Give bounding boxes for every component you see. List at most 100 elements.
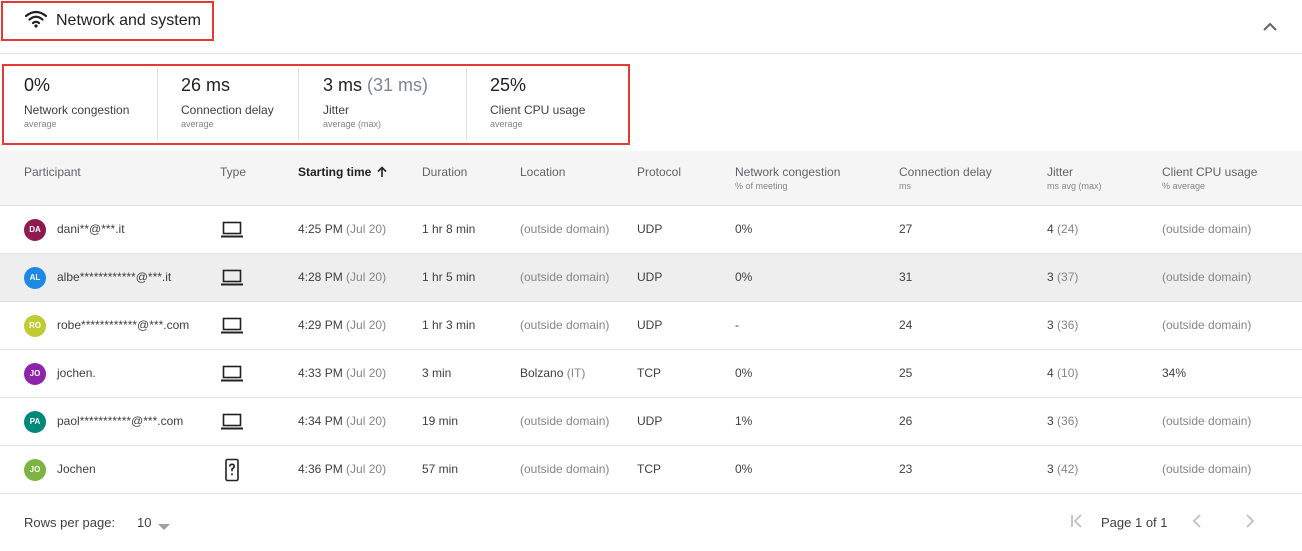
col-header-starting-time[interactable]: Starting time <box>298 165 387 181</box>
section-title: Network and system <box>1 1 214 41</box>
avatar: DA <box>24 219 46 241</box>
network-congestion: 0% <box>735 222 753 236</box>
col-header-type[interactable]: Type <box>220 165 246 179</box>
duration: 1 hr 8 min <box>422 222 476 236</box>
starting-time: 4:36 PM (Jul 20) <box>298 462 387 476</box>
divider <box>157 68 158 140</box>
laptop-icon <box>220 410 244 434</box>
jitter: 3 (42) <box>1047 462 1079 476</box>
col-header-jitter[interactable]: Jitter ms avg (max) <box>1047 165 1102 191</box>
previous-page-icon[interactable] <box>1189 512 1207 535</box>
col-header-client-cpu[interactable]: Client CPU usage% average <box>1162 165 1257 191</box>
connection-delay: 31 <box>899 270 913 284</box>
avatar: JO <box>24 363 46 385</box>
duration: 57 min <box>422 462 459 476</box>
laptop-icon <box>220 362 244 386</box>
participant-name[interactable]: albe************@***.it <box>57 254 171 301</box>
starting-time: 4:28 PM (Jul 20) <box>298 270 387 284</box>
protocol: UDP <box>637 270 663 284</box>
location: (outside domain) <box>520 270 610 284</box>
client-cpu: (outside domain) <box>1162 270 1252 284</box>
protocol: TCP <box>637 366 661 380</box>
page-indicator: Page 1 of 1 <box>1101 515 1168 530</box>
jitter: 4 (24) <box>1047 222 1079 236</box>
client-cpu: (outside domain) <box>1162 462 1252 476</box>
stat-label: Connection delay <box>181 103 274 117</box>
participant-name[interactable]: jochen. <box>57 350 96 397</box>
jitter: 3 (36) <box>1047 318 1079 332</box>
duration: 3 min <box>422 366 452 380</box>
arrow-up-icon <box>377 166 387 181</box>
jitter: 3 (36) <box>1047 414 1079 428</box>
laptop-icon <box>220 218 244 242</box>
avatar: RO <box>24 315 46 337</box>
client-cpu: (outside domain) <box>1162 414 1252 428</box>
participant-name[interactable]: robe************@***.com <box>57 302 189 349</box>
participant-name[interactable]: Jochen <box>57 446 96 493</box>
location: (outside domain) <box>520 414 610 428</box>
starting-time: 4:34 PM (Jul 20) <box>298 414 387 428</box>
avatar: AL <box>24 267 46 289</box>
location: (outside domain) <box>520 318 610 332</box>
summary-stats: 0% Network congestion average 26 ms Conn… <box>2 64 630 145</box>
participant-name[interactable]: dani**@***.it <box>57 206 125 253</box>
starting-time: 4:29 PM (Jul 20) <box>298 318 387 332</box>
network-congestion: 0% <box>735 366 753 380</box>
stat-aggregate: average <box>24 119 57 129</box>
pagination-footer: Rows per page: 10 Page 1 of 1 <box>0 496 1302 551</box>
wifi-icon <box>24 10 48 33</box>
stat-value: 3 ms <box>323 75 363 95</box>
col-header-duration[interactable]: Duration <box>422 165 467 179</box>
location: (outside domain) <box>520 462 610 476</box>
jitter: 4 (10) <box>1047 366 1079 380</box>
laptop-icon <box>220 314 244 338</box>
col-header-participant[interactable]: Participant <box>24 165 81 179</box>
connection-delay: 24 <box>899 318 913 332</box>
table-header: Participant Type Starting time Duration … <box>0 151 1302 206</box>
table-row[interactable]: JO Jochen 4:36 PM (Jul 20) 57 min (outside d… <box>0 446 1302 494</box>
col-header-connection-delay[interactable]: Connection delay ms <box>899 165 992 191</box>
stat-value: 26 ms <box>181 75 231 95</box>
table-row[interactable]: DA dani**@***.it 4:25 PM (Jul 20) 1 hr 8 mi… <box>0 206 1302 254</box>
stat-value: 25% <box>490 75 527 95</box>
avatar: PA <box>24 411 46 433</box>
col-header-network-congestion[interactable]: Network congestion% of meeting <box>735 165 840 191</box>
duration: 1 hr 3 min <box>422 318 476 332</box>
section-header: Network and system <box>0 0 1302 54</box>
dropdown-arrow-icon[interactable] <box>158 518 170 536</box>
starting-time: 4:33 PM (Jul 20) <box>298 366 387 380</box>
stat-label: Network congestion <box>24 103 130 117</box>
table-row[interactable]: PA paol***********@***.com 4:34 PM (Jul 20… <box>0 398 1302 446</box>
first-page-icon[interactable] <box>1068 512 1086 535</box>
protocol: TCP <box>637 462 661 476</box>
col-header-protocol[interactable]: Protocol <box>637 165 681 179</box>
starting-time: 4:25 PM (Jul 20) <box>298 222 387 236</box>
connection-delay: 27 <box>899 222 913 236</box>
table-row[interactable]: RO robe************@***.com 4:29 PM (Jul 2… <box>0 302 1302 350</box>
jitter: 3 (37) <box>1047 270 1079 284</box>
chevron-up-icon <box>1263 22 1277 31</box>
protocol: UDP <box>637 414 663 428</box>
duration: 19 min <box>422 414 459 428</box>
protocol: UDP <box>637 222 663 236</box>
next-page-icon[interactable] <box>1240 512 1258 535</box>
table-row[interactable]: AL albe************@***.it 4:28 PM (Jul 20… <box>0 254 1302 302</box>
network-congestion: 0% <box>735 462 753 476</box>
laptop-icon <box>220 266 244 290</box>
network-congestion: - <box>735 318 739 332</box>
stat-label: Client CPU usage <box>490 103 586 117</box>
table-row[interactable]: JO jochen. 4:33 PM (Jul 20) 3 min Bolzano (I… <box>0 350 1302 398</box>
rows-per-page-select[interactable]: 10 <box>137 515 151 530</box>
col-header-location[interactable]: Location <box>520 165 565 179</box>
participant-name[interactable]: paol***********@***.com <box>57 398 183 445</box>
collapse-button[interactable] <box>1258 14 1282 38</box>
client-cpu: 34% <box>1162 366 1187 380</box>
stat-aggregate: average (max) <box>323 119 382 129</box>
location: (outside domain) <box>520 222 610 236</box>
connection-delay: 23 <box>899 462 913 476</box>
network-congestion: 1% <box>735 414 753 428</box>
connection-delay: 26 <box>899 414 913 428</box>
connection-delay: 25 <box>899 366 913 380</box>
divider <box>466 68 467 140</box>
unknown-device-icon <box>220 458 244 482</box>
